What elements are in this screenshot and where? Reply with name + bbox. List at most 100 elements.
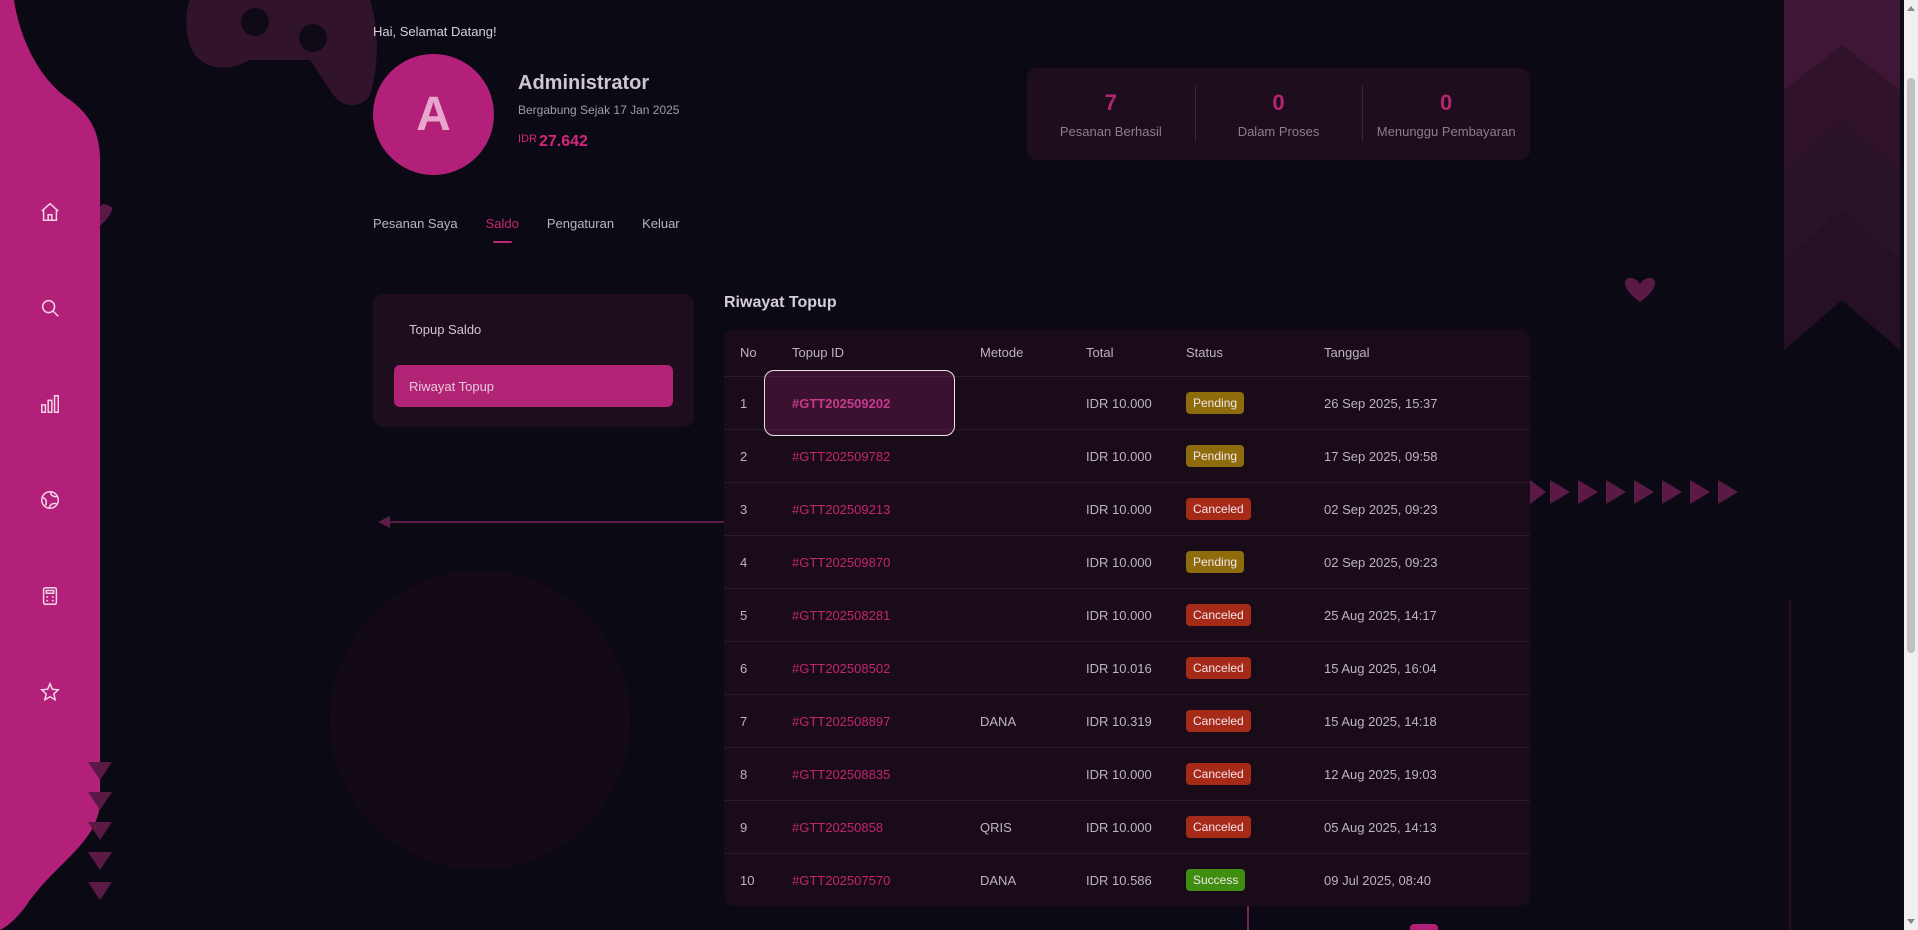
page-scrollbar[interactable] xyxy=(1904,0,1918,930)
cell-total: IDR 10.000 xyxy=(1086,376,1186,430)
cell-topup-id: #GTT202509782 xyxy=(792,429,980,483)
tab-my-orders[interactable]: Pesanan Saya xyxy=(373,216,458,243)
table-row: 1 #GTT202509202 IDR 10.000 Pending 26 Sep 20… xyxy=(724,376,1530,430)
cell-method xyxy=(980,747,1086,801)
topup-id-link[interactable]: #GTT202507570 xyxy=(792,873,890,888)
cell-status: Success xyxy=(1186,854,1324,907)
table-row: 2 #GTT202509782 IDR 10.000 Pending 17 Sep 20… xyxy=(724,429,1530,483)
status-badge: Success xyxy=(1186,869,1246,891)
star-icon[interactable] xyxy=(34,676,66,708)
stat-value: 0 xyxy=(1440,89,1453,115)
topup-id-link[interactable]: #GTT202509213 xyxy=(792,502,890,517)
cell-status: Canceled xyxy=(1186,694,1324,748)
left-navigation-rail xyxy=(0,0,100,930)
column-header-method: Metode xyxy=(980,329,1086,377)
cell-date: 12 Aug 2025, 19:03 xyxy=(1324,747,1530,801)
cell-status: Pending xyxy=(1186,376,1324,430)
home-icon[interactable] xyxy=(34,196,66,228)
cell-method: DANA xyxy=(980,694,1086,748)
cell-date: 02 Sep 2025, 09:23 xyxy=(1324,535,1530,589)
stat-value: 0 xyxy=(1272,89,1285,115)
column-header-topup-id: Topup ID xyxy=(792,329,980,377)
stat-label: Pesanan Berhasil xyxy=(1059,123,1162,139)
topup-id-link[interactable]: #GTT202508502 xyxy=(792,661,890,676)
cell-date: 17 Sep 2025, 09:58 xyxy=(1324,429,1530,483)
cell-method: DANA xyxy=(980,872,1017,888)
column-header-status: Status xyxy=(1186,329,1324,377)
cell-status: Pending xyxy=(1186,535,1324,589)
topup-id-link[interactable]: #GTT20250858 xyxy=(792,820,883,835)
greeting-text: Hai, Selamat Datang! xyxy=(373,24,497,39)
cell-topup-id: #GTT202507570 xyxy=(792,854,980,907)
menu-item-topup-history[interactable]: Riwayat Topup xyxy=(394,365,673,407)
topup-id-link[interactable]: #GTT202509782 xyxy=(792,449,890,464)
scroll-thumb[interactable] xyxy=(1907,78,1915,653)
cell-topup-id: #GTT202508835 xyxy=(792,747,980,801)
cell-topup-id: #GTT202509870 xyxy=(792,535,980,589)
table-header-row: No Topup ID Metode Total Status Tanggal xyxy=(724,329,1530,377)
status-badge: Canceled xyxy=(1186,604,1251,626)
table-row: 5 #GTT202508281 IDR 10.000 Canceled 25 Aug 2… xyxy=(724,588,1530,642)
cell-no: 10 xyxy=(740,872,755,888)
cell-method xyxy=(980,429,1086,483)
cell-date: 15 Aug 2025, 14:18 xyxy=(1324,694,1530,748)
cell-method xyxy=(980,588,1086,642)
status-badge: Canceled xyxy=(1186,816,1251,838)
tab-logout[interactable]: Keluar xyxy=(642,216,680,243)
scroll-up-arrow-icon[interactable] xyxy=(1907,6,1915,11)
stat-value: 7 xyxy=(1104,89,1117,115)
balance-currency: IDR xyxy=(518,133,537,145)
cell-status: Canceled xyxy=(1186,747,1324,801)
status-badge: Canceled xyxy=(1186,710,1251,732)
cell-status: Canceled xyxy=(1186,588,1324,642)
balance-display: IDR 27.642 xyxy=(518,133,588,151)
cell-date: 02 Sep 2025, 09:23 xyxy=(1324,482,1530,536)
stat-label: Menunggu Pembayaran xyxy=(1376,123,1516,139)
order-stats-panel: 7 Pesanan Berhasil 0 Dalam Proses 0 Menu… xyxy=(1027,68,1530,160)
cell-no: 7 xyxy=(724,694,792,748)
cell-no: 8 xyxy=(724,747,792,801)
calculator-icon[interactable] xyxy=(34,580,66,612)
cell-status: Pending xyxy=(1186,429,1324,483)
table-row: 4 #GTT202509870 IDR 10.000 Pending 02 Sep 20… xyxy=(724,535,1530,589)
search-icon[interactable] xyxy=(34,292,66,324)
cell-date: 26 Sep 2025, 15:37 xyxy=(1324,376,1530,430)
cell-status: Canceled xyxy=(1186,800,1324,854)
account-tabs: Pesanan Saya Saldo Pengaturan Keluar xyxy=(373,216,680,243)
cell-method xyxy=(980,641,1086,695)
topup-id-link[interactable]: #GTT202509202 xyxy=(792,396,890,411)
table-row: 9 #GTT20250858 QRIS IDR 10.000 Canceled 05 Au… xyxy=(724,800,1530,854)
tab-balance[interactable]: Saldo xyxy=(486,216,519,243)
bar-chart-icon[interactable] xyxy=(34,388,66,420)
column-header-no: No xyxy=(724,329,792,377)
balance-side-menu: Topup Saldo Riwayat Topup xyxy=(373,294,694,427)
cell-no: 3 xyxy=(724,482,792,536)
cell-no: 4 xyxy=(724,535,792,589)
cell-status: Canceled xyxy=(1186,482,1324,536)
table-row: 7 #GTT202508897 DANA IDR 10.319 Canceled 15 A… xyxy=(724,694,1530,748)
cell-no: 2 xyxy=(724,429,792,483)
status-badge: Canceled xyxy=(1186,657,1251,679)
cell-status: Canceled xyxy=(1186,641,1324,695)
status-badge: Pending xyxy=(1186,445,1245,467)
topup-id-link[interactable]: #GTT202509870 xyxy=(792,555,890,570)
topup-id-link[interactable]: #GTT202508897 xyxy=(792,714,890,729)
scroll-down-arrow-icon[interactable] xyxy=(1907,919,1915,924)
globe-icon[interactable] xyxy=(34,484,66,516)
cell-no: 9 xyxy=(724,800,792,854)
join-date: Bergabung Sejak 17 Jan 2025 xyxy=(518,103,680,117)
status-badge: Pending xyxy=(1186,392,1245,414)
table-row: 3 #GTT202509213 IDR 10.000 Canceled 02 Sep 2… xyxy=(724,482,1530,536)
tab-settings[interactable]: Pengaturan xyxy=(547,216,614,243)
topup-id-link[interactable]: #GTT202508281 xyxy=(792,608,890,623)
menu-item-topup-balance[interactable]: Topup Saldo xyxy=(394,308,673,350)
cell-total: IDR 10.319 xyxy=(1086,694,1186,748)
cell-no: 6 xyxy=(724,641,792,695)
user-name: Administrator xyxy=(518,72,650,94)
cell-total: IDR 10.000 xyxy=(1086,429,1186,483)
cell-total: IDR 10.586 xyxy=(1086,872,1152,888)
topup-id-link[interactable]: #GTT202508835 xyxy=(792,767,890,782)
cell-date: 25 Aug 2025, 14:17 xyxy=(1324,588,1530,642)
cell-topup-id: #GTT20250858 xyxy=(792,800,980,854)
table-row: 8 #GTT202508835 IDR 10.000 Canceled 12 Aug 2… xyxy=(724,747,1530,801)
